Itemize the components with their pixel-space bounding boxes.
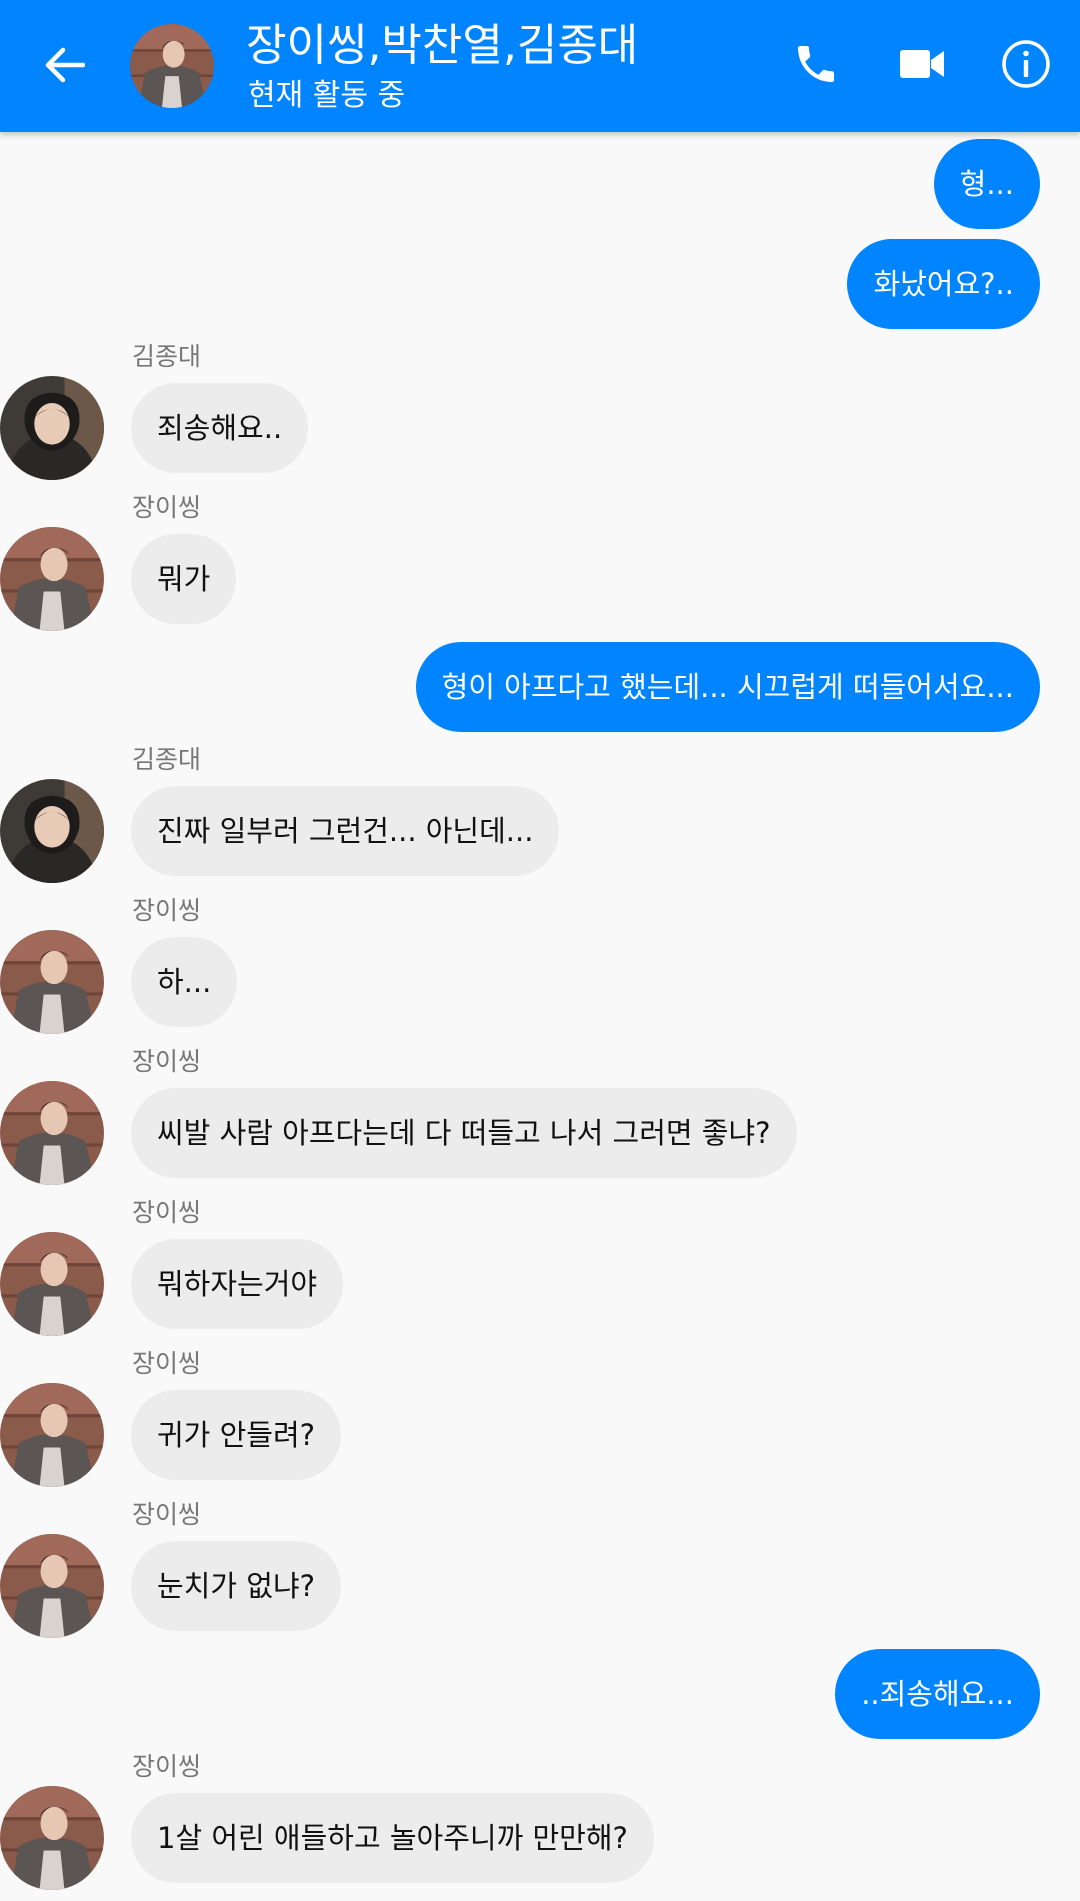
voice-call-button[interactable]	[778, 28, 854, 104]
chat-header: 장이씽,박찬열,김종대 현재 활동 중	[0, 0, 1080, 132]
incoming-message[interactable]: 뭐가	[131, 534, 237, 624]
incoming-message[interactable]: 씨발 사람 아프다는데 다 떠들고 나서 그러면 좋냐?	[131, 1088, 797, 1178]
conversation-title[interactable]: 장이씽,박찬열,김종대	[246, 18, 638, 74]
sender-name: 장이씽	[132, 1500, 202, 1529]
video-call-button[interactable]	[884, 28, 960, 104]
outgoing-message[interactable]: ..죄송해요...	[835, 1649, 1040, 1739]
incoming-message[interactable]: 하...	[131, 937, 238, 1027]
avatar[interactable]	[0, 1383, 104, 1487]
group-avatar[interactable]	[130, 24, 214, 108]
incoming-message[interactable]: 죄송해요..	[131, 383, 309, 473]
avatar[interactable]	[0, 930, 104, 1034]
info-button[interactable]	[988, 28, 1064, 104]
avatar[interactable]	[0, 779, 104, 883]
avatar[interactable]	[0, 527, 104, 631]
sender-name: 김종대	[132, 745, 202, 774]
sender-name: 장이씽	[132, 1349, 202, 1378]
incoming-message[interactable]: 진짜 일부러 그런건... 아닌데...	[131, 786, 560, 876]
sender-name: 장이씽	[132, 1752, 202, 1781]
avatar[interactable]	[0, 1534, 104, 1638]
avatar[interactable]	[0, 376, 104, 480]
sender-name: 장이씽	[132, 1047, 202, 1076]
arrow-left-icon	[45, 47, 86, 87]
sender-name: 김종대	[132, 342, 202, 371]
info-icon	[1001, 39, 1051, 93]
avatar[interactable]	[0, 1232, 104, 1336]
sender-name: 장이씽	[132, 493, 202, 522]
incoming-message[interactable]: 1살 어린 애들하고 놀아주니까 만만해?	[131, 1793, 654, 1883]
incoming-message[interactable]: 눈치가 없냐?	[131, 1541, 342, 1631]
message-list[interactable]: 형... 화났어요?.. 김종대 죄송해요.. 장이씽 뭐가 형이 아프다고 했…	[0, 132, 1080, 1901]
incoming-message[interactable]: 뭐하자는거야	[131, 1239, 344, 1329]
phone-icon	[792, 40, 840, 92]
sender-name: 장이씽	[132, 896, 202, 925]
outgoing-message[interactable]: 형...	[933, 139, 1040, 229]
incoming-message[interactable]: 귀가 안들려?	[131, 1390, 342, 1480]
avatar[interactable]	[0, 1081, 104, 1185]
back-button[interactable]	[30, 32, 100, 102]
outgoing-message[interactable]: 화났어요?..	[847, 239, 1040, 329]
video-camera-icon	[899, 48, 945, 84]
outgoing-message[interactable]: 형이 아프다고 했는데... 시끄럽게 떠들어서요...	[415, 642, 1040, 732]
active-status: 현재 활동 중	[248, 78, 406, 113]
avatar[interactable]	[0, 1786, 104, 1890]
sender-name: 장이씽	[132, 1198, 202, 1227]
